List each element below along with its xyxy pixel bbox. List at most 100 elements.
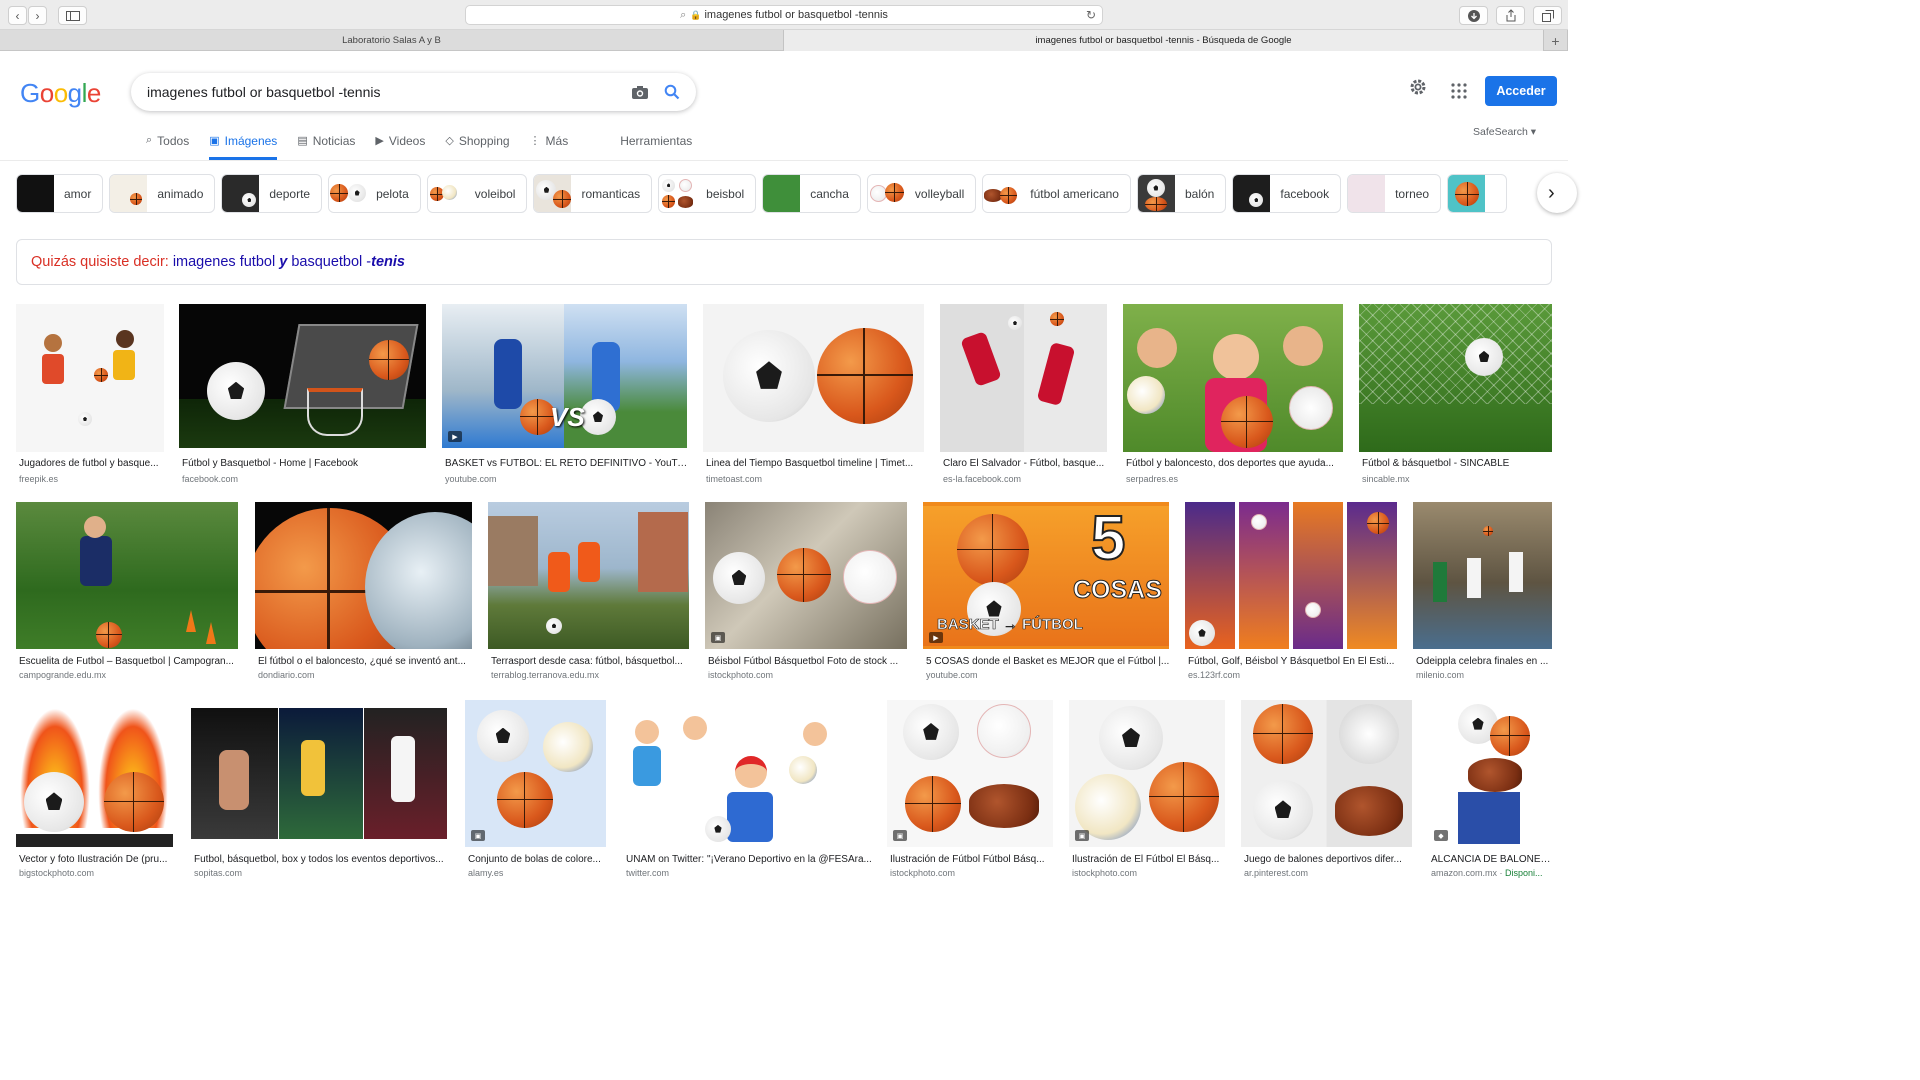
camera-search-button[interactable] [624, 76, 656, 108]
search-submit-button[interactable] [656, 76, 688, 108]
tab-more[interactable]: ⋮ Más [530, 126, 569, 160]
tabs-overview-button[interactable] [1533, 6, 1562, 25]
result-thumbnail [191, 700, 447, 847]
search-box[interactable]: imagenes futbol or basquetbol -tennis [131, 73, 696, 111]
result-thumbnail: ▣ [1069, 700, 1225, 847]
chip-futbol-americano[interactable]: fútbol americano [982, 174, 1131, 213]
image-result[interactable]: 5 COSAS BASKET → FÚTBOL ▶ 5 COSAS donde … [923, 502, 1170, 684]
result-title: Jugadores de futbol y basque... [19, 458, 159, 469]
tab-tools[interactable]: Herramientas [620, 126, 692, 160]
chip-thumbnail [427, 175, 465, 212]
image-result[interactable]: Fútbol y baloncesto, dos deportes que ay… [1123, 304, 1344, 486]
tab-news[interactable]: ▤ Noticias [297, 126, 355, 160]
result-thumbnail: VS ▶ [442, 304, 687, 448]
image-result[interactable]: Jugadores de futbol y basque... freepik.… [16, 304, 164, 486]
image-result[interactable]: Futbol, básquetbol, box y todos los even… [191, 700, 449, 882]
result-title: Fútbol & básquetbol - SINCABLE [1362, 458, 1510, 469]
chip-more[interactable] [1447, 174, 1508, 213]
chip-deporte[interactable]: deporte [221, 174, 323, 213]
related-chips: amor animado deporte pelota voleibol rom… [16, 174, 1568, 213]
image-result[interactable]: Vector y foto Ilustración De (pru... big… [16, 700, 174, 882]
tab-label: imagenes futbol or basquetbol -tennis - … [1035, 35, 1292, 46]
image-result[interactable]: ▣ Ilustración de El Fútbol El Básq... is… [1069, 700, 1226, 882]
chip-thumbnail [17, 175, 54, 212]
result-source: es-la.facebook.com [943, 474, 1022, 484]
result-source: es.123rf.com [1188, 670, 1241, 680]
result-title: Odeipplа celebra finales en ... [1416, 656, 1549, 667]
image-result[interactable]: Fútbol y Basquetbol - Home | Facebook fa… [179, 304, 427, 486]
chip-torneo[interactable]: torneo [1347, 174, 1442, 213]
result-thumbnail [1123, 304, 1343, 452]
result-title: UNAM on Twitter: "¡Verano Deportivo en l… [626, 854, 872, 865]
overlay-banner: BASKET → FÚTBOL [937, 616, 1083, 634]
image-result[interactable]: ◆ ALCANCIA DE BALONES... amazon.com.mx ·… [1428, 700, 1553, 882]
lock-icon: 🔒 [690, 9, 702, 20]
result-source: ar.pinterest.com [1244, 868, 1309, 878]
image-result[interactable]: Claro El Salvador - Fútbol, basque... es… [940, 304, 1108, 486]
settings-button[interactable] [1408, 77, 1428, 102]
chevron-right-icon: › [1548, 181, 1555, 204]
result-source: freepik.es [19, 474, 59, 484]
tab-all[interactable]: ⌕ Todos [146, 126, 189, 160]
chip-thumbnail [222, 175, 260, 212]
chip-voleibol[interactable]: voleibol [426, 174, 528, 213]
search-icon: ⌕ [146, 134, 153, 146]
chips-next-button[interactable]: › [1537, 173, 1577, 213]
sign-in-button[interactable]: Acceder [1485, 76, 1557, 106]
share-button[interactable] [1496, 6, 1525, 25]
image-result[interactable]: VS ▶ BASKET vs FUTBOL: EL RETO DEFINITIV… [442, 304, 689, 486]
chip-amor[interactable]: amor [16, 174, 104, 213]
image-result[interactable]: Terrasport desde casa: fútbol, básquetbo… [488, 502, 690, 684]
chip-romanticas[interactable]: romanticas [533, 174, 653, 213]
result-source: terrablog.terranova.edu.mx [491, 670, 600, 680]
result-source: youtube.com [926, 670, 978, 680]
tab-videos[interactable]: ▶ Videos [375, 126, 425, 160]
image-result[interactable]: Odeipplа celebra finales en ... milenio.… [1413, 502, 1552, 684]
address-bar[interactable]: ⌕ 🔒 imagenes futbol or basquetbol -tenni… [465, 5, 1103, 25]
search-input[interactable]: imagenes futbol or basquetbol -tennis [147, 84, 624, 100]
chip-animado[interactable]: animado [109, 174, 216, 213]
chip-label: amor [64, 186, 92, 201]
result-source: timetoast.com [706, 474, 763, 484]
image-result[interactable]: Juego de balones deportivos difer... ar.… [1241, 700, 1413, 882]
chip-balon[interactable]: balón [1136, 174, 1227, 213]
image-result[interactable]: UNAM on Twitter: "¡Verano Deportivo en l… [623, 700, 872, 882]
chip-pelota[interactable]: pelota [328, 174, 421, 213]
image-result[interactable]: ▣ Conjunto de bolas de colore... alamy.e… [465, 700, 607, 882]
image-result[interactable]: Fútbol & básquetbol - SINCABLE sincable.… [1359, 304, 1552, 486]
apps-button[interactable] [1451, 83, 1467, 104]
result-source: campogrande.edu.mx [19, 670, 107, 680]
image-result[interactable]: Escuelita de Futbol – Basquetbol | Campo… [16, 502, 239, 684]
result-source: facebook.com [182, 474, 239, 484]
forward-button[interactable]: › [28, 6, 47, 25]
new-tab-button[interactable]: + [1544, 30, 1568, 51]
chip-beisbol[interactable]: beisbol [658, 174, 757, 213]
downloads-button[interactable] [1459, 6, 1488, 25]
chip-facebook[interactable]: facebook [1232, 174, 1342, 213]
tab-shopping[interactable]: ◇ Shopping [445, 126, 509, 160]
tab-images[interactable]: ▣ Imágenes [209, 126, 278, 160]
chip-cancha[interactable]: cancha [762, 174, 861, 213]
image-result[interactable]: Fútbol, Golf, Béisbol Y Básquetbol En El… [1185, 502, 1398, 684]
more-icon: ⋮ [529, 135, 541, 147]
google-logo[interactable]: Google [20, 78, 101, 109]
result-title: Conjunto de bolas de colore... [468, 854, 601, 865]
safesearch-menu[interactable]: SafeSearch ▾ [1473, 126, 1536, 138]
result-thumbnail [1241, 700, 1412, 847]
browser-tab-active[interactable]: imagenes futbol or basquetbol -tennis - … [784, 30, 1544, 51]
image-result[interactable]: ▣ Ilustración de Fútbol Fútbol Básq... i… [887, 700, 1054, 882]
sidebar-toggle-button[interactable] [58, 6, 87, 25]
suggestion-link[interactable]: imagenes futbol y basquetbol -tenis [173, 254, 405, 270]
result-source: istockphoto.com [1072, 868, 1138, 878]
tab-label: Videos [388, 134, 426, 148]
image-result[interactable]: ▣ Béisbol Fútbol Básquetbol Foto de stoc… [705, 502, 908, 684]
share-icon [1506, 9, 1515, 22]
browser-tab[interactable]: Laboratorio Salas A y B [0, 30, 784, 51]
result-source: twitter.com [626, 868, 670, 878]
chip-volleyball[interactable]: volleyball [866, 174, 977, 213]
image-result[interactable]: El fútbol o el baloncesto, ¿qué se inven… [255, 502, 473, 684]
result-thumbnail [623, 700, 870, 847]
reload-icon[interactable]: ↻ [1086, 8, 1096, 22]
back-button[interactable]: ‹ [8, 6, 27, 25]
image-result[interactable]: Linea del Tiempo Basquetbol timeline | T… [703, 304, 925, 486]
